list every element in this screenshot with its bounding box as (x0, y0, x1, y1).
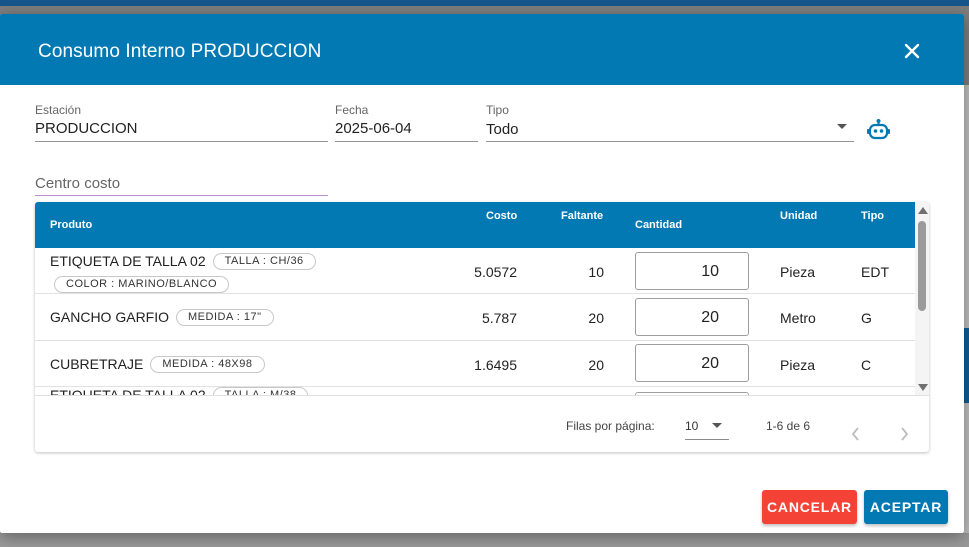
robot-icon[interactable] (866, 118, 891, 143)
col-tipo[interactable]: Tipo (861, 210, 884, 222)
tipo-underline (486, 141, 854, 142)
attribute-chip: MEDIDA : 17" (176, 308, 274, 326)
table-row: CUBRETRAJE MEDIDA : 48X98 1.6495 20 20 P… (35, 341, 915, 387)
table-row: ETIQUETA DE TALLA 02 TALLA : M/38 (35, 385, 915, 395)
table-footer-divider (35, 395, 929, 396)
estacion-value: PRODUCCION (35, 120, 138, 137)
faltante-cell: 20 (588, 357, 604, 373)
cantidad-input[interactable]: 20 (635, 344, 749, 382)
product-name: CUBRETRAJE (50, 356, 144, 372)
costo-cell: 5.0572 (474, 264, 517, 280)
scroll-down-arrow-icon[interactable] (918, 384, 928, 391)
products-table: Produto Costo Faltante Cantidad Unidad T… (35, 202, 929, 452)
product-name: GANCHO GARFIO (50, 309, 170, 325)
table-row: GANCHO GARFIO MEDIDA : 17" 5.787 20 20 M… (35, 295, 915, 341)
centro-costo-placeholder: Centro costo (35, 175, 121, 192)
rows-per-page-select[interactable]: 10 (685, 412, 729, 440)
cantidad-input[interactable]: 20 (635, 298, 749, 336)
product-cell: ETIQUETA DE TALLA 02 TALLA : M/38 (50, 385, 309, 395)
col-faltante[interactable]: Faltante (561, 210, 603, 222)
tipo-cell: G (861, 310, 872, 326)
col-unidad[interactable]: Unidad (780, 210, 817, 222)
product-cell: GANCHO GARFIO MEDIDA : 17" (50, 307, 274, 327)
cantidad-value: 20 (701, 355, 719, 372)
centro-costo-input[interactable]: Centro costo (35, 169, 328, 197)
tipo-cell: C (861, 357, 872, 373)
next-page-icon[interactable] (894, 424, 914, 444)
accept-button[interactable]: ACEPTAR (864, 490, 948, 524)
product-cell: ETIQUETA DE TALLA 02 TALLA : CH/36 COLOR… (50, 251, 316, 294)
col-cantidad[interactable]: Cantidad (635, 219, 682, 231)
unidad-cell: Metro (780, 310, 816, 326)
centro-costo-underline (35, 195, 328, 196)
background-topbar (0, 0, 969, 6)
dialog-title: Consumo Interno PRODUCCION (38, 41, 322, 62)
product-name: ETIQUETA DE TALLA 02 (50, 253, 206, 269)
table-body: ETIQUETA DE TALLA 02 TALLA : CH/36 COLOR… (35, 248, 915, 395)
estacion-underline (35, 141, 328, 142)
background-footer (0, 533, 969, 547)
col-produto[interactable]: Produto (50, 219, 92, 231)
tipo-cell: EDT (861, 264, 889, 280)
dialog-header: Consumo Interno PRODUCCION (0, 14, 964, 85)
fecha-field[interactable]: Fecha 2025-06-04 (335, 103, 478, 143)
background-button (964, 328, 969, 403)
tipo-label: Tipo (486, 103, 509, 117)
attribute-chip: TALLA : M/38 (212, 386, 309, 395)
attribute-chip: COLOR : MARINO/BLANCO (54, 275, 230, 293)
scroll-thumb[interactable] (918, 221, 926, 311)
close-icon[interactable] (901, 40, 923, 62)
cancel-button[interactable]: CANCELAR (762, 490, 857, 524)
unidad-cell: Pieza (780, 264, 816, 280)
product-name: ETIQUETA DE TALLA 02 (50, 387, 206, 395)
product-cell: CUBRETRAJE MEDIDA : 48X98 (50, 354, 265, 374)
chevron-down-icon (837, 124, 847, 129)
consumo-interno-dialog: Consumo Interno PRODUCCION Estación PROD… (0, 14, 964, 533)
attribute-chip: MEDIDA : 48X98 (150, 355, 265, 373)
col-costo[interactable]: Costo (486, 210, 517, 222)
costo-cell: 1.6495 (474, 357, 517, 373)
faltante-cell: 20 (588, 310, 604, 326)
estacion-label: Estación (35, 103, 82, 117)
cantidad-input[interactable]: 10 (635, 252, 749, 290)
table-row: ETIQUETA DE TALLA 02 TALLA : CH/36 COLOR… (35, 248, 915, 294)
previous-page-icon[interactable] (846, 424, 866, 444)
pagination-range: 1-6 de 6 (766, 419, 811, 433)
rows-per-page-label: Filas por página: (566, 419, 655, 433)
chevron-down-icon (712, 423, 722, 428)
fecha-value: 2025-06-04 (335, 120, 412, 137)
table-header: Produto Costo Faltante Cantidad Unidad T… (35, 202, 915, 248)
tipo-value: Todo (486, 121, 519, 138)
scroll-up-arrow-icon[interactable] (918, 207, 928, 214)
estacion-field[interactable]: Estación PRODUCCION (35, 103, 328, 143)
fecha-label: Fecha (335, 103, 369, 117)
fecha-underline (335, 141, 478, 142)
unidad-cell: Pieza (780, 357, 816, 373)
faltante-cell: 10 (588, 264, 604, 280)
cantidad-value: 10 (701, 263, 719, 280)
cantidad-value: 20 (701, 309, 719, 326)
rows-per-page-value: 10 (685, 419, 699, 433)
tipo-select[interactable]: Tipo Todo (486, 103, 854, 143)
costo-cell: 5.787 (481, 310, 517, 326)
background-panel (964, 85, 969, 547)
attribute-chip: TALLA : CH/36 (212, 252, 316, 270)
